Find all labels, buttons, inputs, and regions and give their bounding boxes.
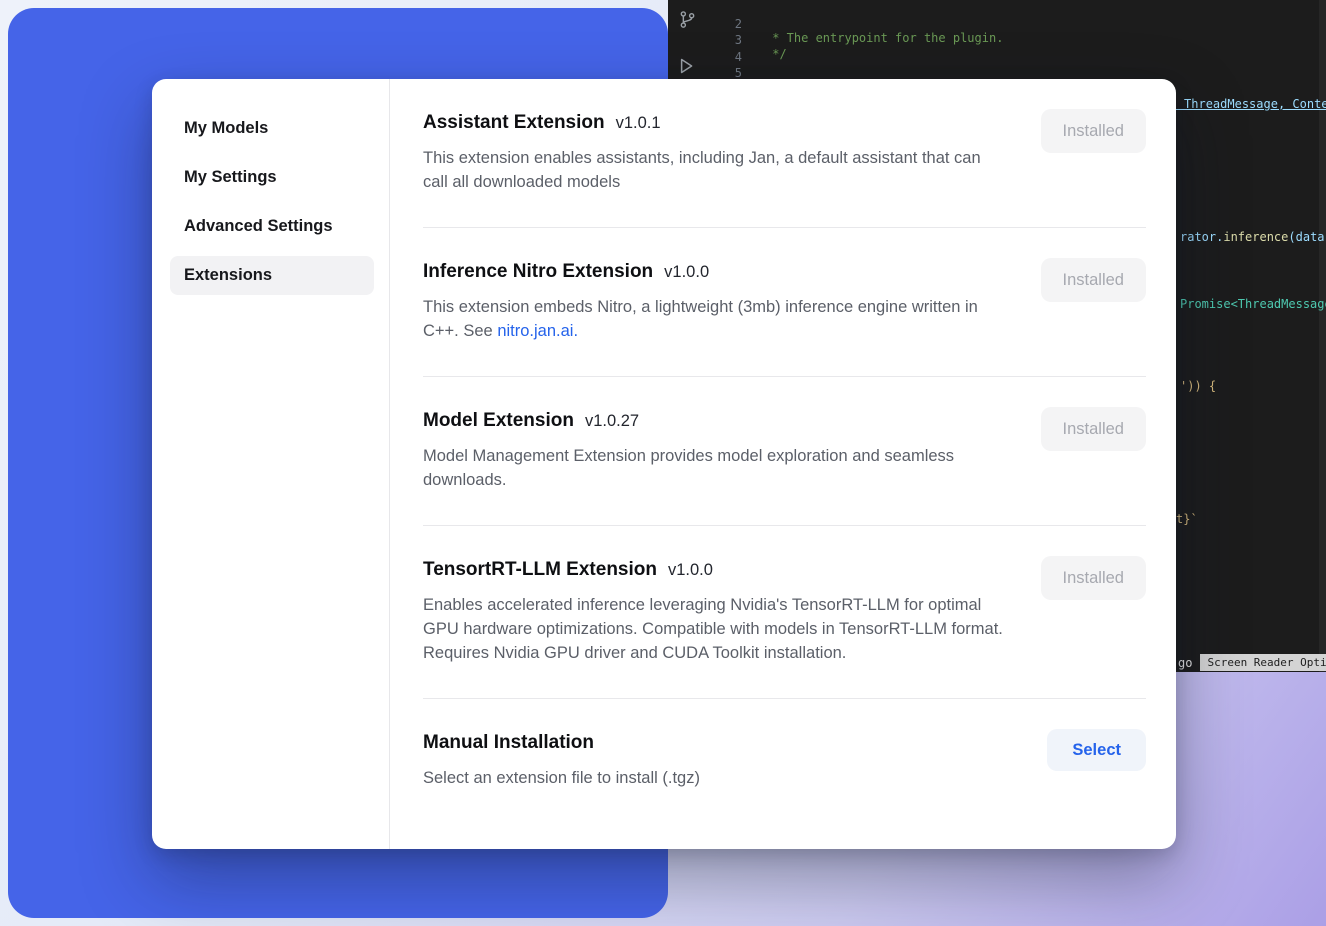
code-fragment: ')) { — [1180, 379, 1216, 393]
extension-row-inference-nitro: Inference Nitro Extension v1.0.0 This ex… — [423, 228, 1146, 377]
code-text: rator. — [1180, 230, 1223, 244]
code-line: 3 */ — [668, 19, 1326, 35]
code-fragment: rator.inference(data)); — [1180, 230, 1326, 244]
extension-title: Manual Installation — [423, 732, 594, 754]
extension-title: Inference Nitro Extension — [423, 261, 653, 283]
editor-status-bar: go Screen Reader Optimize — [1178, 654, 1326, 671]
screen-reader-status-chip[interactable]: Screen Reader Optimize — [1200, 654, 1326, 671]
status-text: go — [1178, 656, 1192, 670]
extension-version: v1.0.27 — [585, 412, 639, 431]
installed-button[interactable]: Installed — [1041, 109, 1146, 153]
code-line: 4 — [668, 36, 1326, 52]
extension-title: TensortRT-LLM Extension — [423, 559, 657, 581]
extension-title: Model Extension — [423, 410, 574, 432]
code-text: inference — [1223, 230, 1288, 244]
installed-button[interactable]: Installed — [1041, 556, 1146, 600]
extension-version: v1.0.0 — [668, 561, 713, 580]
extension-description: Enables accelerated inference leveraging… — [423, 593, 1008, 665]
extensions-panel: Assistant Extension v1.0.1 This extensio… — [390, 79, 1176, 849]
code-text: (data)); — [1288, 230, 1326, 244]
extension-version: v1.0.1 — [616, 114, 661, 133]
sidebar-item-my-settings[interactable]: My Settings — [170, 158, 374, 197]
manual-installation-row: Manual Installation Select an extension … — [423, 699, 1146, 823]
settings-sidebar: My Models My Settings Advanced Settings … — [152, 79, 390, 849]
code-fragment: t}` — [1176, 512, 1198, 526]
installed-button[interactable]: Installed — [1041, 407, 1146, 451]
sidebar-item-extensions[interactable]: Extensions — [170, 256, 374, 295]
extension-description: Select an extension file to install (.tg… — [423, 766, 1008, 790]
extension-row-assistant: Assistant Extension v1.0.1 This extensio… — [423, 79, 1146, 228]
extension-title: Assistant Extension — [423, 112, 605, 134]
sidebar-item-my-models[interactable]: My Models — [170, 109, 374, 148]
code-fragment: Promise<ThreadMessage> — [1180, 297, 1326, 311]
extension-row-model: Model Extension v1.0.27 Model Management… — [423, 377, 1146, 526]
extension-description: This extension embeds Nitro, a lightweig… — [423, 295, 1008, 343]
settings-modal: My Models My Settings Advanced Settings … — [152, 79, 1176, 849]
code-line: 2 * The entrypoint for the plugin. — [668, 3, 1326, 19]
sidebar-item-advanced-settings[interactable]: Advanced Settings — [170, 207, 374, 246]
installed-button[interactable]: Installed — [1041, 258, 1146, 302]
extension-description: Model Management Extension provides mode… — [423, 444, 1008, 492]
extension-description: This extension enables assistants, inclu… — [423, 146, 1008, 194]
select-file-button[interactable]: Select — [1047, 729, 1146, 771]
extension-row-tensorrt-llm: TensortRT-LLM Extension v1.0.0 Enables a… — [423, 526, 1146, 699]
code-line: 5 // Web / extension runtime — [668, 52, 1326, 68]
nitro-jan-ai-link[interactable]: nitro.jan.ai. — [497, 322, 578, 340]
extension-version: v1.0.0 — [664, 263, 709, 282]
